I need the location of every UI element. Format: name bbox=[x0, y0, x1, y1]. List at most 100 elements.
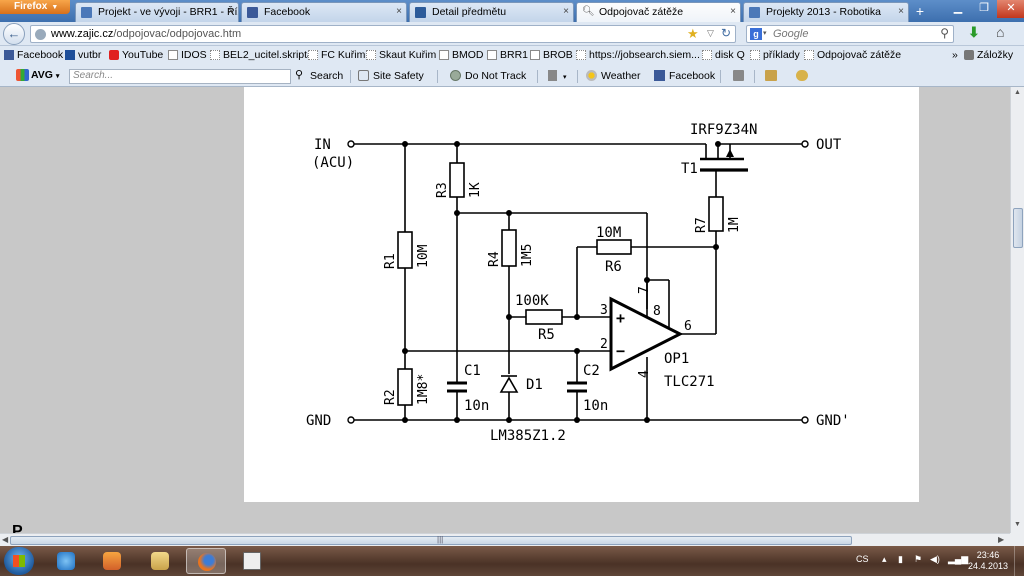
bookmark-label: Odpojovač zátěže bbox=[817, 49, 902, 61]
bookmark-vutbr[interactable]: vutbr bbox=[65, 49, 101, 61]
bookmark-brob[interactable]: BROB bbox=[530, 49, 573, 61]
tab-odpojovac-zateze[interactable]: 🔍︎ Odpojovač zátěže × bbox=[576, 2, 741, 23]
bookmark-bel2[interactable]: BEL2_ucitel.skripta bbox=[210, 49, 313, 61]
image-button[interactable] bbox=[765, 70, 777, 84]
window-close-button[interactable]: ✕ bbox=[997, 0, 1024, 18]
bookmarks-overflow[interactable]: » bbox=[952, 49, 958, 61]
tab-facebook[interactable]: Facebook × bbox=[241, 2, 407, 22]
maximize-button[interactable]: ❐ bbox=[971, 0, 997, 18]
taskbar-document[interactable] bbox=[232, 548, 272, 574]
avg-search-placeholder: Search... bbox=[73, 70, 114, 81]
bookmark-odpojovac[interactable]: Odpojovač zátěže bbox=[804, 49, 901, 61]
bookmarks-folder-label: Záložky bbox=[977, 49, 1014, 61]
url-bar[interactable]: www.zajic.cz/odpojovac/odpojovac.htm ★ ▽… bbox=[30, 25, 736, 43]
taskbar-firefox[interactable] bbox=[186, 548, 226, 574]
home-icon[interactable]: ⌂ bbox=[996, 24, 1004, 40]
flag-icon[interactable]: ⚑ bbox=[914, 554, 922, 565]
scroll-up-icon[interactable]: ▲ bbox=[1014, 89, 1021, 96]
taskbar-media-player[interactable] bbox=[92, 548, 132, 574]
search-icon[interactable]: ⚲ bbox=[940, 26, 949, 40]
trash-button[interactable]: ▾ bbox=[548, 70, 567, 82]
scroll-left-icon[interactable]: ◀ bbox=[2, 535, 8, 544]
page-icon bbox=[210, 50, 220, 60]
avg-search-button[interactable]: ⚲ Search bbox=[295, 69, 343, 83]
avg-icon bbox=[16, 69, 29, 81]
url-host: www.zajic.cz bbox=[51, 28, 114, 40]
bookmark-label: https://jobsearch.siem... bbox=[589, 49, 700, 61]
label-c2-value: 10n bbox=[583, 398, 608, 414]
language-indicator[interactable]: CS bbox=[856, 554, 869, 564]
download-icon[interactable]: ⬇ bbox=[968, 24, 980, 41]
clock[interactable]: 23:46 24.4.2013 bbox=[968, 550, 1008, 572]
bookmark-youtube[interactable]: YouTube bbox=[109, 49, 163, 61]
scroll-right-icon[interactable]: ▶ bbox=[998, 535, 1004, 544]
label-r3: R3 bbox=[435, 182, 450, 198]
search-tool-button[interactable] bbox=[796, 70, 808, 84]
vertical-scrollbar[interactable]: ▲ ▼ bbox=[1010, 87, 1024, 533]
show-desktop-button[interactable] bbox=[1014, 546, 1024, 576]
junction bbox=[574, 417, 580, 423]
scroll-corner bbox=[1010, 533, 1024, 546]
label-pin8: 8 bbox=[653, 304, 661, 319]
label-c1-value: 10n bbox=[464, 398, 489, 414]
chevron-down-icon: ▾ bbox=[563, 74, 567, 81]
avg-search-input[interactable]: Search... bbox=[69, 69, 291, 84]
bookmark-skaut-kurim[interactable]: Skaut Kuřim bbox=[366, 49, 436, 61]
taskbar-ie[interactable] bbox=[46, 548, 86, 574]
close-icon[interactable]: × bbox=[563, 3, 569, 21]
search-icon: ⚲ bbox=[295, 69, 304, 81]
bookmark-facebook[interactable]: Facebook bbox=[4, 49, 63, 61]
site-safety-button[interactable]: Site Safety bbox=[358, 70, 424, 82]
label-r1: R1 bbox=[383, 253, 398, 269]
close-icon[interactable]: × bbox=[730, 3, 736, 21]
taskbar-explorer[interactable] bbox=[140, 548, 180, 574]
bookmarks-folder[interactable]: Záložky bbox=[964, 49, 1013, 61]
new-tab-button[interactable]: + bbox=[911, 4, 929, 20]
scroll-thumb[interactable] bbox=[1013, 208, 1023, 248]
do-not-track-button[interactable]: Do Not Track bbox=[450, 70, 526, 82]
avg-logo[interactable]: AVG ▾ bbox=[16, 69, 59, 81]
tray-arrow-icon[interactable]: ▴ bbox=[882, 554, 887, 565]
chevron-down-icon: ▾ bbox=[55, 73, 60, 80]
bookmark-brr1[interactable]: BRR1 bbox=[487, 49, 528, 61]
chevron-down-icon[interactable]: ▽ bbox=[707, 28, 714, 39]
bookmark-jobsearch[interactable]: https://jobsearch.siem... bbox=[576, 49, 700, 61]
bookmark-fc-kurim[interactable]: FC Kuřim bbox=[308, 49, 365, 61]
page-icon bbox=[308, 50, 318, 60]
label-out: OUT bbox=[816, 137, 842, 153]
label-c1: C1 bbox=[464, 363, 481, 379]
battery-icon[interactable]: ▮ bbox=[898, 554, 903, 565]
bookmark-idos[interactable]: IDOS bbox=[168, 49, 207, 61]
close-icon[interactable]: × bbox=[396, 3, 402, 21]
weather-button[interactable]: Weather bbox=[586, 70, 641, 82]
scroll-thumb[interactable]: ||| bbox=[10, 535, 852, 545]
label-r4: R4 bbox=[487, 251, 502, 267]
label-t1: T1 bbox=[681, 161, 698, 177]
back-button[interactable]: ← bbox=[3, 23, 25, 45]
label-op1: OP1 bbox=[664, 351, 689, 367]
page-icon bbox=[366, 50, 376, 60]
scroll-down-icon[interactable]: ▼ bbox=[1014, 521, 1021, 528]
minimize-button[interactable]: ▁ bbox=[945, 0, 971, 18]
calculator-button[interactable] bbox=[733, 70, 744, 84]
close-icon[interactable]: × bbox=[898, 3, 904, 21]
network-icon[interactable]: ▂▄▆ bbox=[948, 554, 968, 565]
tab-projekty-robotika[interactable]: Projekty 2013 - Robotika × bbox=[743, 2, 909, 22]
windows-icon bbox=[13, 555, 25, 567]
tab-projekt[interactable]: Projekt - ve vývoji - BRR1 - Říze… × bbox=[75, 2, 239, 22]
tab-detail-predmetu[interactable]: Detail předmětu × bbox=[409, 2, 574, 22]
facebook-toolbar-button[interactable]: Facebook bbox=[654, 70, 715, 82]
bookmark-bmod[interactable]: BMOD bbox=[439, 49, 484, 61]
firefox-menu-button[interactable]: Firefox ▼ bbox=[0, 0, 70, 14]
bookmark-star-icon[interactable]: ★ bbox=[687, 26, 699, 42]
chevron-down-icon[interactable]: ▾ bbox=[763, 29, 767, 37]
bookmark-disk-q[interactable]: disk Q bbox=[702, 49, 745, 61]
volume-icon[interactable]: ◀) bbox=[930, 554, 940, 565]
bookmark-priklady[interactable]: příklady bbox=[750, 49, 800, 61]
close-icon[interactable]: × bbox=[228, 3, 234, 21]
reload-icon[interactable]: ↻ bbox=[721, 26, 731, 40]
horizontal-scrollbar[interactable]: ◀ ||| ▶ bbox=[0, 533, 1010, 546]
search-bar[interactable]: g ▾ Google ⚲ bbox=[746, 25, 954, 43]
label-in: IN bbox=[314, 137, 331, 153]
start-button[interactable] bbox=[4, 547, 34, 575]
